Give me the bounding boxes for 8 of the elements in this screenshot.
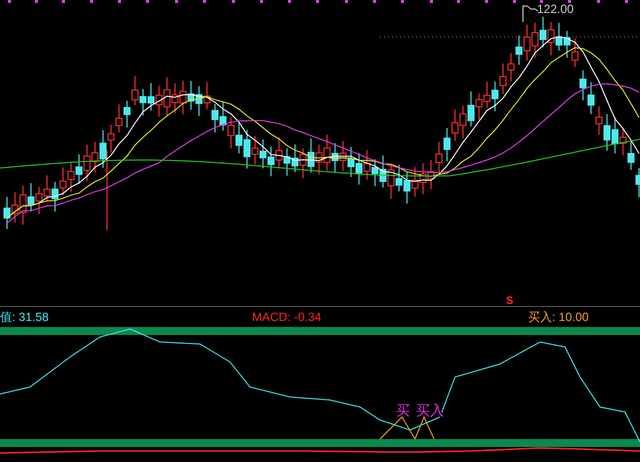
buy-spike-line (380, 416, 434, 440)
buy-label: 买入: 10.00 (528, 310, 590, 324)
macd-label: MACD: -0.34 (252, 310, 322, 324)
signal-marker: S (506, 295, 514, 306)
buy-marker: 买 (396, 403, 410, 419)
flag-icon (522, 6, 538, 22)
high-price-label: 122.00 (537, 2, 574, 16)
indicator-value-label: 值: 31.58 (0, 310, 50, 324)
